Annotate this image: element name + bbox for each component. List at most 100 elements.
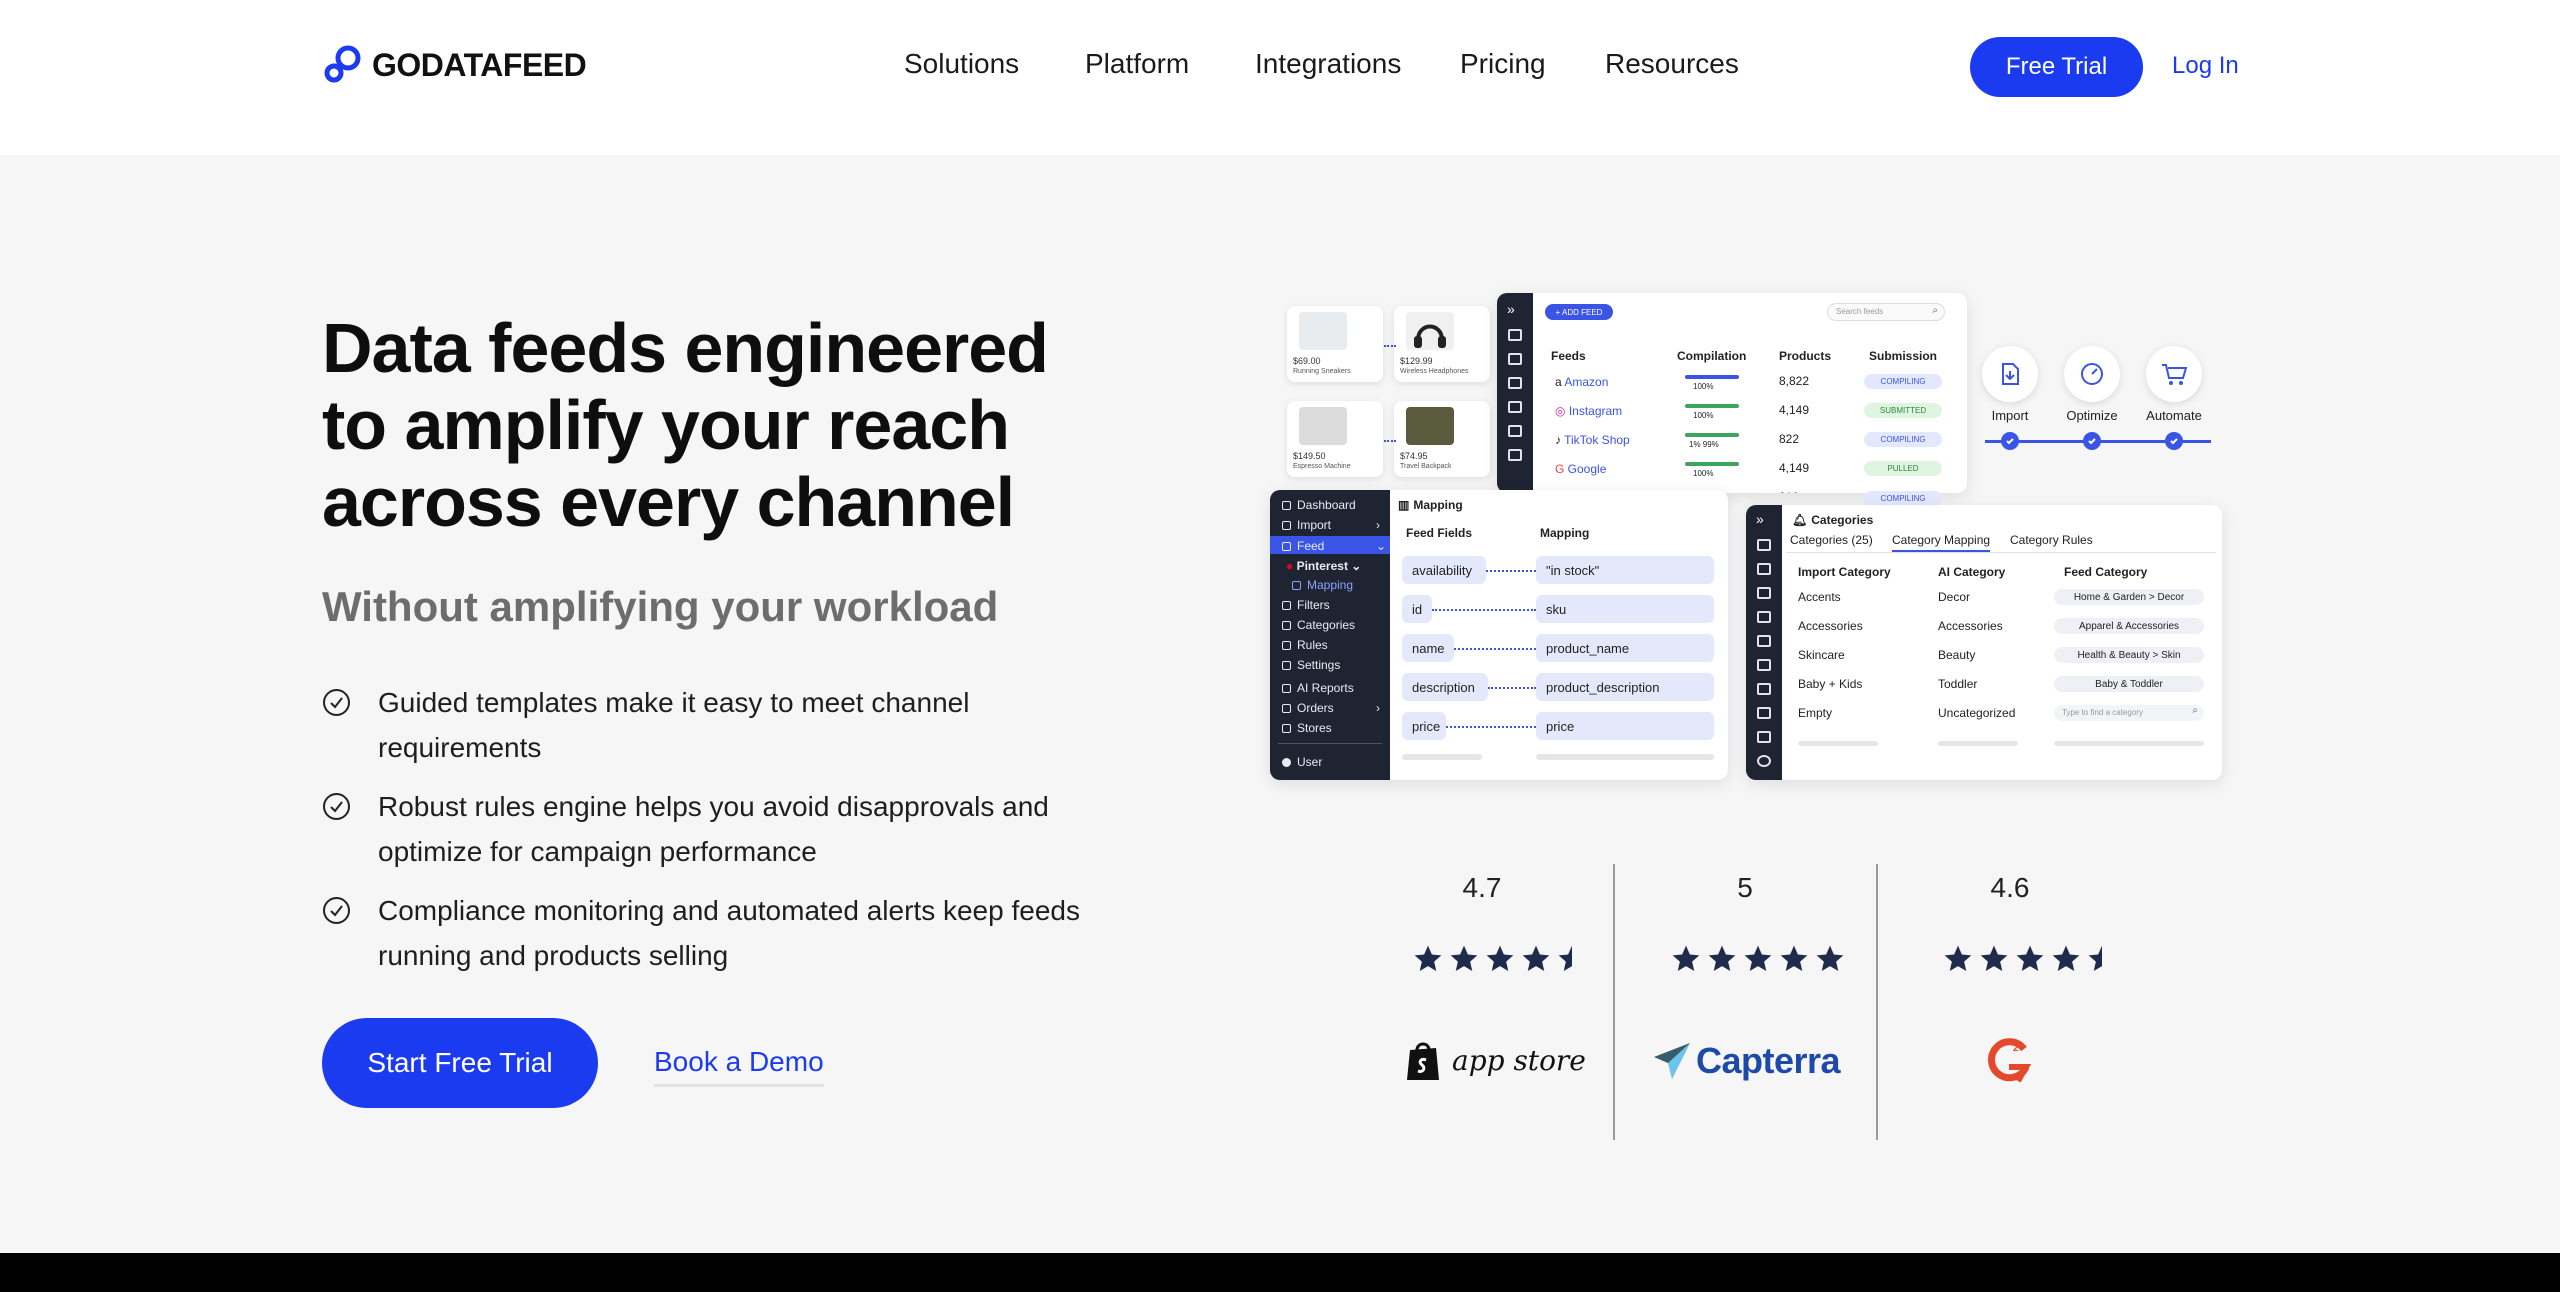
import-category: Empty [1798, 706, 1833, 720]
mapping-field[interactable]: id [1402, 595, 1432, 623]
ai-category: Beauty [1938, 648, 1976, 662]
status-badge: COMPILING [1864, 491, 1942, 506]
sidebar-item-feed[interactable]: Feed ⌄ [1282, 539, 1386, 553]
store-icon[interactable] [1508, 449, 1522, 461]
feed-category-chip[interactable]: Apparel & Accessories [2054, 618, 2204, 634]
mapping-field[interactable]: name [1402, 634, 1454, 662]
site-header: GODATAFEED Solutions Platform Integratio… [0, 0, 2560, 155]
sidebar-item-filters[interactable]: Filters [1282, 598, 1330, 612]
compilation-value: 100% [1693, 382, 1714, 391]
compilation-bar [1685, 433, 1739, 437]
file-icon[interactable] [1757, 563, 1771, 575]
import-category: Baby + Kids [1798, 677, 1863, 691]
chart-icon[interactable] [1508, 329, 1522, 341]
file-icon[interactable] [1508, 353, 1522, 365]
g2-logo[interactable]: 2 G2 [1986, 1037, 2032, 1088]
sidebar-item-user[interactable]: User [1282, 755, 1322, 769]
status-badge: SUBMITTED [1864, 403, 1942, 418]
check-icon [2165, 432, 2183, 450]
product-price: $69.00 [1293, 356, 1321, 366]
feed-category-chip[interactable]: Baby & Toddler [2054, 676, 2204, 692]
sidebar-item-rules[interactable]: Rules [1282, 638, 1328, 652]
mapping-value[interactable]: sku [1536, 595, 1714, 623]
backpack-image [1406, 407, 1454, 445]
start-free-trial-button[interactable]: Start Free Trial [322, 1018, 598, 1108]
feed-category-chip[interactable]: Home & Garden > Decor [2054, 589, 2204, 605]
shopify-app-store-logo[interactable]: app store [1404, 1038, 1586, 1082]
sidebar-item-categories[interactable]: Categories [1282, 618, 1355, 632]
status-badge: COMPILING [1864, 432, 1942, 447]
mapping-value[interactable]: product_name [1536, 634, 1714, 662]
categories-panel: » 🔔︎ Categories Categories (25) Category … [1746, 505, 2222, 780]
map-icon[interactable] [1757, 611, 1771, 623]
compilation-bar [1685, 404, 1739, 408]
products-count: 8,822 [1779, 374, 1810, 388]
cart-icon[interactable] [1508, 425, 1522, 437]
expand-icon[interactable]: » [1507, 301, 1515, 317]
feed-name-tiktok[interactable]: ♪ TikTok Shop [1555, 433, 1630, 447]
expand-icon[interactable]: » [1756, 511, 1764, 527]
sidebar-item-import[interactable]: Import › [1282, 518, 1380, 532]
placeholder-bar [2054, 741, 2204, 746]
feed-category-chip[interactable]: Health & Beauty > Skin [2054, 647, 2204, 663]
search-placeholder: Search feeds [1836, 307, 1884, 316]
svg-text:2: 2 [2013, 1043, 2019, 1054]
rating-score-capterra: 5 [1737, 872, 1753, 903]
col-feed-category: Feed Category [2064, 565, 2148, 579]
mapping-field[interactable]: description [1402, 673, 1488, 701]
mapping-field[interactable]: price [1402, 712, 1446, 740]
sidebar-item-dashboard[interactable]: Dashboard [1282, 498, 1356, 512]
book-demo-link[interactable]: Book a Demo [654, 1046, 824, 1087]
feed-name-instagram[interactable]: ◎ Instagram [1555, 404, 1622, 418]
sidebar-item-ai-reports[interactable]: AI Reports [1282, 681, 1354, 695]
bell-icon[interactable] [1757, 659, 1771, 671]
star-icon [1778, 943, 1810, 980]
search-icon[interactable] [1508, 401, 1522, 413]
filter-icon[interactable] [1757, 635, 1771, 647]
add-feed-button[interactable]: + ADD FEED [1545, 304, 1613, 320]
tab-category-mapping[interactable]: Category Mapping [1892, 533, 1991, 552]
cloud-icon[interactable] [1508, 377, 1522, 389]
mapping-value[interactable]: price [1536, 712, 1714, 740]
tab-categories[interactable]: Categories (25) [1790, 533, 1873, 547]
products-count: 4,149 [1779, 461, 1810, 475]
mapping-value[interactable]: product_description [1536, 673, 1714, 701]
col-products: Products [1779, 349, 1832, 363]
nav-platform[interactable]: Platform [1085, 48, 1189, 80]
nav-integrations[interactable]: Integrations [1255, 48, 1401, 80]
cloud-icon[interactable] [1757, 587, 1771, 599]
ai-category: Decor [1938, 590, 1971, 604]
feed-name-amazon[interactable]: a Amazon [1555, 375, 1608, 389]
sidebar-item-stores[interactable]: Stores [1282, 721, 1332, 735]
wand-icon[interactable] [1757, 707, 1771, 719]
feeds-panel: » + ADD FEED Search feeds ⌕ Feeds Compil… [1497, 293, 1967, 493]
sneaker-image [1299, 312, 1347, 350]
mapping-value[interactable]: "in stock" [1536, 556, 1714, 584]
capterra-logo[interactable]: Capterra [1652, 1040, 1841, 1082]
feed-name-google[interactable]: G Google [1555, 462, 1606, 476]
cart-icon[interactable] [1757, 731, 1771, 743]
nav-resources[interactable]: Resources [1605, 48, 1739, 80]
sidebar-item-orders[interactable]: Orders › [1282, 701, 1380, 715]
search-feeds-input[interactable]: Search feeds ⌕ [1827, 303, 1945, 321]
hero-title-line: across every channel [322, 463, 1015, 541]
tab-category-rules[interactable]: Category Rules [2010, 533, 2093, 547]
placeholder-bar [1798, 741, 1878, 746]
ratings-divider [1876, 864, 1878, 1140]
mapping-field[interactable]: availability [1402, 556, 1486, 584]
star-icon [2050, 943, 2082, 980]
search-icon: ⌕ [1932, 305, 1938, 316]
sidebar-item-mapping[interactable]: Mapping [1292, 578, 1353, 592]
find-category-input[interactable]: Type to find a category ⌕ [2054, 705, 2204, 721]
gear-icon[interactable] [1757, 683, 1771, 695]
sidebar-item-pinterest[interactable]: ● Pinterest ⌄ [1286, 559, 1361, 573]
login-link[interactable]: Log In [2172, 52, 2239, 80]
mapping-connector [1486, 570, 1536, 572]
user-icon[interactable] [1757, 755, 1771, 767]
free-trial-button[interactable]: Free Trial [1970, 37, 2143, 97]
bell-icon: 🔔︎ [1792, 513, 1808, 527]
nav-pricing[interactable]: Pricing [1460, 48, 1546, 80]
nav-solutions[interactable]: Solutions [904, 48, 1019, 80]
sidebar-item-settings[interactable]: Settings [1282, 658, 1340, 672]
chart-icon[interactable] [1757, 539, 1771, 551]
